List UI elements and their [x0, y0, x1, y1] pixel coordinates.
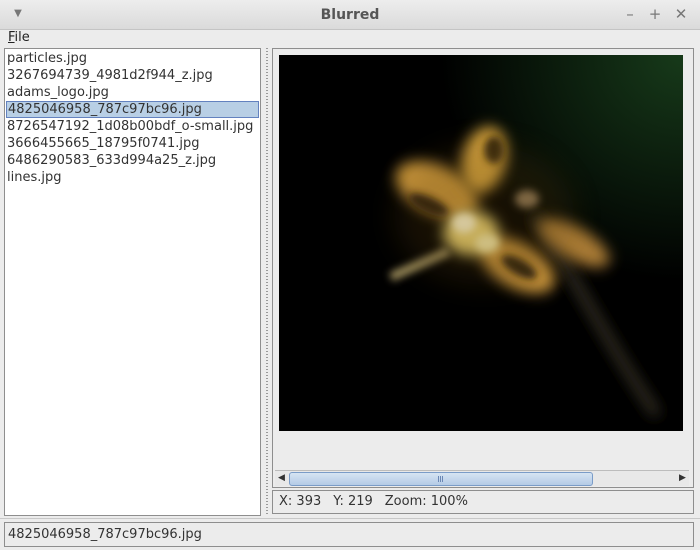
split-pane-divider[interactable] — [263, 48, 271, 516]
coordinates-status: X: 393 Y: 219 Zoom: 100% — [272, 490, 694, 514]
close-icon[interactable]: ✕ — [673, 6, 689, 22]
menu-bar: File — [0, 30, 700, 47]
scroll-right-icon[interactable]: ▶ — [676, 471, 689, 486]
divider-grip[interactable] — [266, 48, 268, 516]
scrollbar-thumb[interactable] — [289, 472, 593, 486]
status-text-field: 4825046958_787c97bc96.jpg — [4, 522, 694, 547]
list-item-selected[interactable]: 4825046958_787c97bc96.jpg — [6, 101, 259, 118]
list-item[interactable]: 3666455665_18795f0741.jpg — [6, 135, 259, 152]
horizontal-scrollbar[interactable]: ◀ ▶ — [275, 470, 689, 486]
blurred-dragonfly-photo — [279, 55, 683, 431]
y-coordinate: Y: 219 — [333, 494, 373, 509]
thumb-grip-icon — [438, 476, 443, 482]
file-menu[interactable]: File — [8, 30, 30, 45]
image-viewer[interactable]: ◀ ▶ — [272, 48, 694, 488]
zoom-level: Zoom: 100% — [384, 494, 468, 509]
window-title: Blurred — [320, 7, 380, 23]
maximize-icon[interactable]: + — [647, 6, 663, 22]
title-bar[interactable]: ▼ Blurred – + ✕ — [0, 0, 700, 30]
minimize-icon[interactable]: – — [622, 6, 638, 22]
x-coordinate: X: 393 — [279, 494, 322, 509]
list-item[interactable]: 6486290583_633d994a25_z.jpg — [6, 152, 259, 169]
file-menu-label: ile — [14, 30, 30, 45]
status-bar: 4825046958_787c97bc96.jpg — [0, 518, 700, 550]
list-item[interactable]: 8726547192_1d08b00bdf_o-small.jpg — [6, 118, 259, 135]
list-item[interactable]: particles.jpg — [6, 50, 259, 67]
scroll-left-icon[interactable]: ◀ — [275, 471, 288, 486]
list-item[interactable]: adams_logo.jpg — [6, 84, 259, 101]
file-list[interactable]: particles.jpg 3267694739_4981d2f944_z.jp… — [4, 48, 261, 516]
list-item[interactable]: lines.jpg — [6, 169, 259, 186]
application-window: ▼ Blurred – + ✕ File particles.jpg 32676… — [0, 0, 700, 550]
list-item[interactable]: 3267694739_4981d2f944_z.jpg — [6, 67, 259, 84]
